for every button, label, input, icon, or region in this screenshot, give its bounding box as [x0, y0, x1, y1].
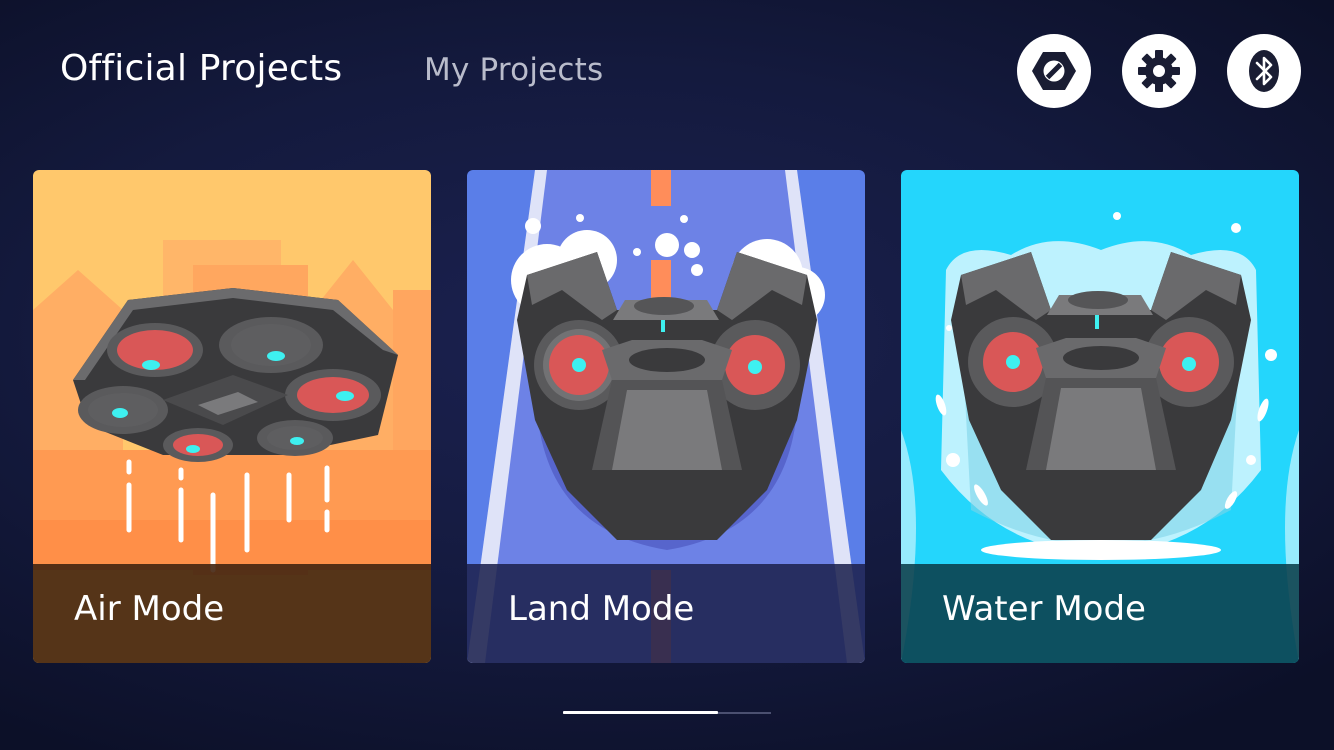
card-title: Water Mode — [942, 589, 1146, 629]
land-mode-card[interactable]: Land Mode — [467, 170, 865, 663]
air-mode-card[interactable]: Air Mode — [33, 170, 431, 663]
card-footer: Air Mode — [33, 564, 431, 663]
card-footer: Land Mode — [467, 564, 865, 663]
shield-button[interactable] — [1017, 34, 1091, 108]
hexagon-no-entry-icon — [1032, 52, 1076, 90]
water-mode-card[interactable]: Water Mode — [901, 170, 1299, 663]
page-indicator-active — [563, 711, 718, 714]
tab-official-projects[interactable]: Official Projects — [60, 48, 342, 89]
bluetooth-icon — [1249, 50, 1279, 92]
bluetooth-button[interactable] — [1227, 34, 1301, 108]
tab-my-projects[interactable]: My Projects — [424, 52, 603, 88]
card-footer: Water Mode — [901, 564, 1299, 663]
card-title: Land Mode — [508, 589, 695, 629]
gear-icon — [1138, 50, 1180, 92]
settings-button[interactable] — [1122, 34, 1196, 108]
card-title: Air Mode — [74, 589, 225, 629]
